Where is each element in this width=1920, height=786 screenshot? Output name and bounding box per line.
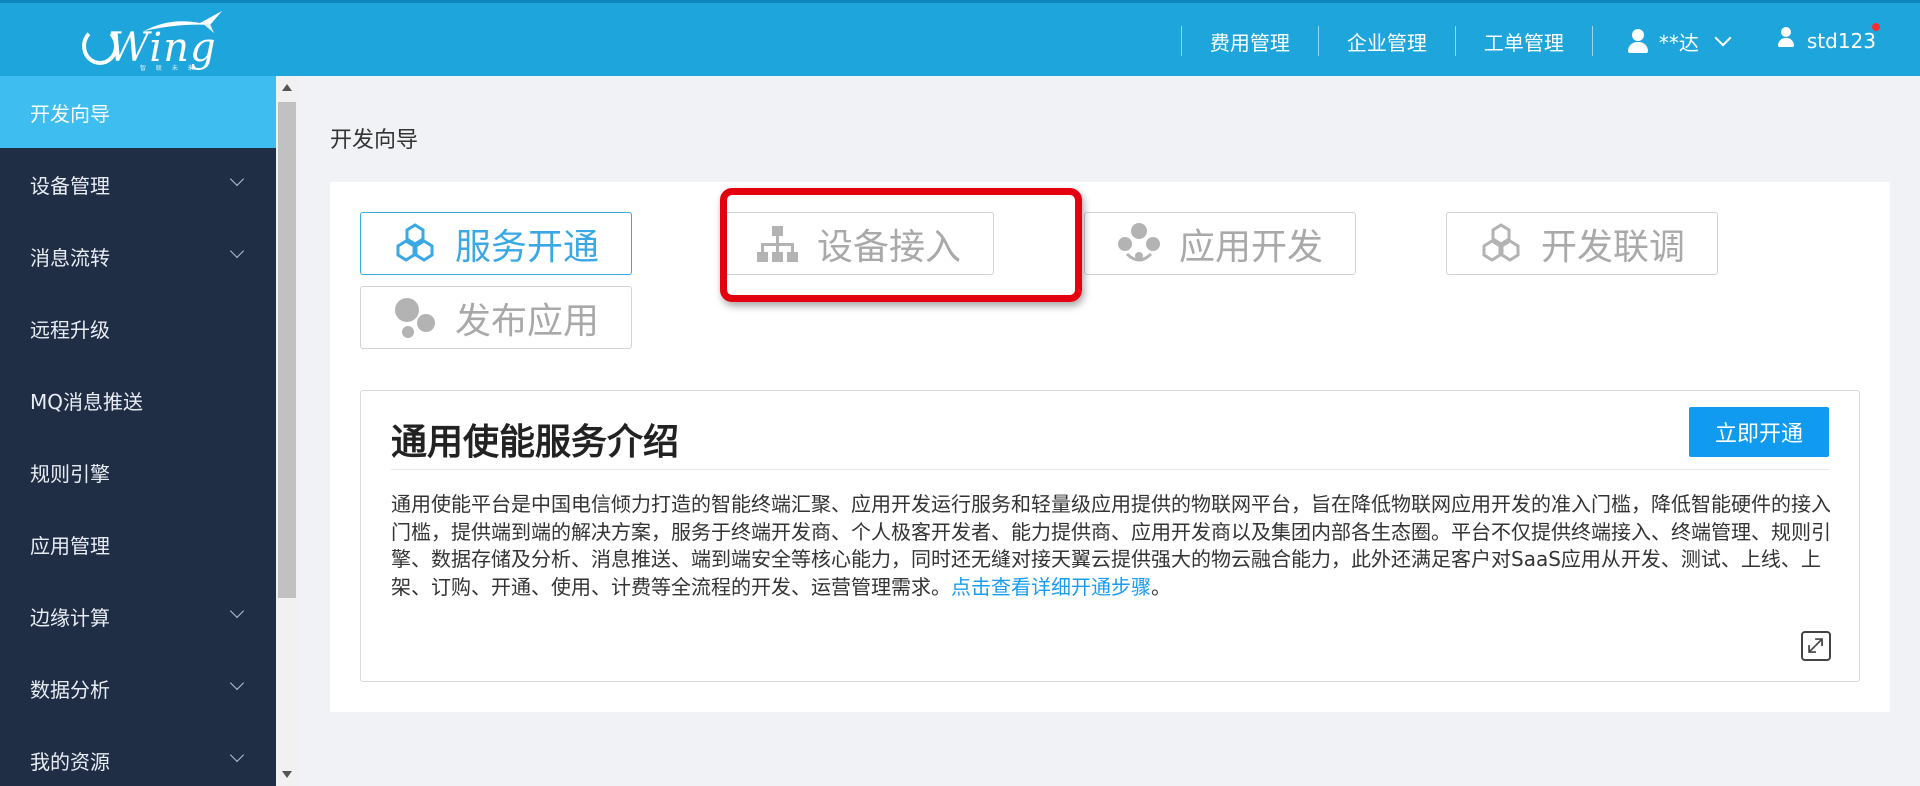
sidebar-item-label: 应用管理 xyxy=(30,533,110,558)
sidebar-item-my-resources[interactable]: 我的资源 xyxy=(0,724,276,786)
scroll-down-arrow-icon[interactable] xyxy=(282,771,292,778)
sidebar-item-label: 规则引擎 xyxy=(30,461,110,486)
chevron-down-icon xyxy=(229,171,245,187)
step-label: 开发联调 xyxy=(1541,226,1686,268)
sidebar-item-message-flow[interactable]: 消息流转 xyxy=(0,220,276,292)
sidebar-item-label: 设备管理 xyxy=(30,173,110,198)
sidebar-item-label: 开发向导 xyxy=(30,101,110,126)
sidebar-item-app-mgmt[interactable]: 应用管理 xyxy=(0,508,276,580)
nav-enterprise[interactable]: 企业管理 xyxy=(1319,3,1455,79)
owing-logo[interactable]: Wing 智 联 未 来 xyxy=(78,11,228,73)
intro-trailing: 。 xyxy=(1151,574,1171,599)
sidebar-item-device-mgmt[interactable]: 设备管理 xyxy=(0,148,276,220)
logo-tagline: 智 联 未 来 xyxy=(140,65,198,72)
nav-billing[interactable]: 费用管理 xyxy=(1182,3,1318,79)
nav-tickets[interactable]: 工单管理 xyxy=(1456,3,1592,79)
intro-divider xyxy=(391,469,1829,470)
expand-icon[interactable] xyxy=(1801,631,1831,661)
hexagon-cluster-icon xyxy=(1482,222,1520,262)
top-header: Wing 智 联 未 来 费用管理 企业管理 工单管理 **达 std123 xyxy=(0,0,1920,76)
sidebar-item-mq-push[interactable]: MQ消息推送 xyxy=(0,364,276,436)
step-device-access[interactable]: 设备接入 xyxy=(722,212,994,275)
step-service-activation[interactable]: 服务开通 xyxy=(360,212,632,275)
page-title: 开发向导 xyxy=(330,128,419,153)
user-icon xyxy=(1627,29,1649,53)
step-label: 应用开发 xyxy=(1179,226,1324,268)
hexagon-cluster-icon xyxy=(396,222,434,262)
sidebar-item-remote-upgrade[interactable]: 远程升级 xyxy=(0,292,276,364)
account-icon xyxy=(1777,27,1795,47)
user-name: **达 xyxy=(1658,30,1699,55)
notification-dot xyxy=(1872,23,1880,31)
step-publish-app[interactable]: 发布应用 xyxy=(360,286,632,349)
chevron-down-icon xyxy=(229,243,245,259)
chevron-down-icon xyxy=(229,747,245,763)
sidebar-item-edge-computing[interactable]: 边缘计算 xyxy=(0,580,276,652)
step-label: 设备接入 xyxy=(817,226,962,268)
scroll-up-arrow-icon[interactable] xyxy=(282,84,292,91)
activate-now-button[interactable]: 立即开通 xyxy=(1689,407,1829,457)
step-label: 服务开通 xyxy=(455,226,600,268)
step-label: 发布应用 xyxy=(455,300,600,342)
sidebar-item-rule-engine[interactable]: 规则引擎 xyxy=(0,436,276,508)
chevron-down-icon xyxy=(229,603,245,619)
account-name: std123 xyxy=(1806,29,1876,53)
sidebar-item-label: 远程升级 xyxy=(30,317,110,342)
sidebar-item-label: 消息流转 xyxy=(30,245,110,270)
user-menu[interactable]: **达 xyxy=(1593,3,1757,79)
sidebar-item-dev-guide[interactable]: 开发向导 xyxy=(0,76,276,148)
sidebar-item-data-analysis[interactable]: 数据分析 xyxy=(0,652,276,724)
top-nav: 费用管理 企业管理 工单管理 **达 std123 xyxy=(1180,3,1920,79)
sidebar-item-label: 数据分析 xyxy=(30,677,110,702)
step-app-development[interactable]: 应用开发 xyxy=(1084,212,1356,275)
intro-card: 通用使能服务介绍 立即开通 通用使能平台是中国电信倾力打造的智能终端汇聚、应用开… xyxy=(360,390,1860,682)
circles-ring-icon xyxy=(1118,222,1160,261)
main-content: 开发向导 服务开通 设备接入 应用开发 开发联调 发布应用 通用使能服务介绍 立… xyxy=(298,76,1920,786)
sidebar-scrollbar[interactable] xyxy=(276,76,298,786)
chevron-down-icon xyxy=(1714,29,1732,47)
sidebar-item-label: 边缘计算 xyxy=(30,605,110,630)
intro-title: 通用使能服务介绍 xyxy=(391,422,680,463)
intro-description: 通用使能平台是中国电信倾力打造的智能终端汇聚、应用开发运行服务和轻量级应用提供的… xyxy=(391,491,1831,601)
step-joint-debugging[interactable]: 开发联调 xyxy=(1446,212,1718,275)
sidebar-item-label: MQ消息推送 xyxy=(30,389,143,414)
details-link[interactable]: 点击查看详细开通步骤 xyxy=(951,575,1151,599)
bubbles-icon xyxy=(395,297,435,338)
guide-panel: 服务开通 设备接入 应用开发 开发联调 发布应用 通用使能服务介绍 立即开通 通… xyxy=(330,182,1890,712)
sidebar-item-label: 我的资源 xyxy=(30,749,110,774)
scroll-thumb[interactable] xyxy=(278,102,296,598)
account-menu[interactable]: std123 xyxy=(1757,3,1920,79)
org-tree-icon xyxy=(757,225,798,262)
chevron-down-icon xyxy=(229,675,245,691)
sidebar: 开发向导 设备管理 消息流转 远程升级 MQ消息推送 规则引擎 应用管理 边缘计… xyxy=(0,76,276,786)
